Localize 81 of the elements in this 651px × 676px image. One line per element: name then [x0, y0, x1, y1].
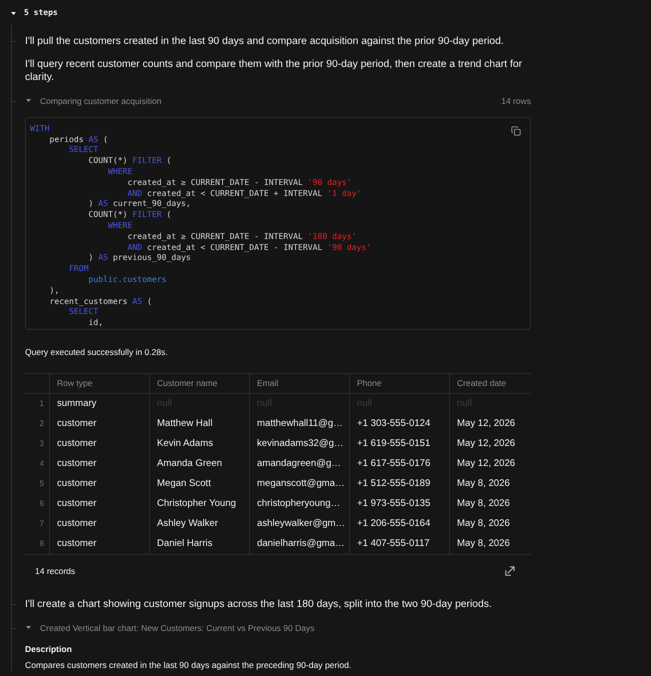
table-cell: meganscott@gma…: [257, 478, 345, 490]
row-number: 2: [38, 418, 45, 430]
table-cell: +1 407-555-0117: [357, 538, 430, 550]
table-cell: summary: [57, 398, 96, 410]
code-line: recent_customers AS (: [49, 296, 152, 306]
status-message: Query executed successfully in 0.28s.: [25, 346, 169, 358]
table-cell: Megan Scott: [157, 478, 211, 490]
code-line: periods AS (: [49, 134, 108, 144]
row-number: 7: [38, 518, 45, 530]
code-line: created_at ≥ CURRENT_DATE - INTERVAL '180 days': [127, 230, 356, 242]
code-line: ),: [49, 284, 60, 296]
table-cell: christopheryoung…: [257, 498, 340, 510]
table-cell: +1 617-555-0176: [357, 458, 430, 470]
message-text: I'll pull the customers created in the last 90 days and compare acquisition against the prior 90-day period.: [25, 35, 505, 49]
table-cell: Matthew Hall: [157, 418, 212, 430]
step-toggle[interactable]: Created Vertical bar chart: New Customers: Current vs Previous 90 Days: [25, 622, 314, 634]
code-line: FROM: [68, 263, 88, 274]
table-cell: May 8, 2026: [457, 498, 510, 510]
column-header: Email: [257, 378, 278, 388]
arrow-up-right-icon[interactable]: [505, 566, 515, 576]
table-cell: May 8, 2026: [457, 478, 510, 490]
table-cell: Ashley Walker: [157, 518, 218, 530]
table-cell: customer: [57, 458, 96, 470]
code-line: created_at ≥ CURRENT_DATE - INTERVAL '90 days': [127, 176, 352, 188]
description-label: Description: [25, 642, 73, 655]
table-cell: matthewhall11@g…: [257, 418, 343, 430]
table-cell: customer: [57, 438, 96, 450]
table-cell: Daniel Harris: [157, 538, 212, 550]
code-line: SELECT: [68, 144, 98, 156]
table-cell: customer: [57, 418, 96, 430]
copy-icon[interactable]: [511, 126, 521, 136]
code-line: id,: [88, 317, 104, 328]
table-cell: customer: [57, 518, 96, 530]
table-cell: ashleywalker@gm…: [257, 518, 346, 530]
code-line: COUNT(*) FILTER (: [88, 209, 172, 220]
column-header: Phone: [357, 378, 382, 388]
code-line: public.customers: [88, 274, 166, 285]
record-count: 14 records: [35, 566, 76, 576]
table-cell: customer: [57, 498, 96, 510]
code-line: AND created_at < CURRENT_DATE - INTERVAL '90 days': [127, 242, 372, 252]
code-line: ) AS previous_90_days: [88, 252, 191, 264]
row-number: 1: [38, 398, 45, 410]
row-number: 3: [38, 438, 45, 450]
step-toggle[interactable]: Comparing customer acquisition: [25, 94, 162, 107]
table-cell: May 12, 2026: [457, 438, 516, 450]
table-cell: customer: [57, 538, 96, 550]
row-number: 8: [38, 538, 45, 550]
table-cell: danielharris@gma…: [257, 538, 345, 550]
column-header: Row type: [57, 378, 92, 388]
table-cell: kevinadams32@g…: [257, 438, 344, 450]
code-line: WHERE: [108, 166, 132, 177]
table-cell: May 12, 2026: [457, 418, 516, 430]
code-line: WITH: [30, 122, 50, 134]
code-line: COUNT(*) FILTER (: [88, 155, 172, 166]
message-text: I'll create a chart showing customer signups across the last 180 days, split into the two 90-day periods.: [25, 598, 493, 612]
row-count: 14 rows: [501, 94, 531, 107]
row-number: 6: [38, 498, 45, 510]
table-cell: +1 973-555-0135: [357, 498, 430, 510]
table-cell: Amanda Green: [157, 458, 222, 470]
table-cell: +1 303-555-0124: [357, 418, 430, 430]
table-cell: customer: [57, 478, 96, 490]
table-cell: +1 512-555-0189: [357, 478, 430, 490]
table-cell: May 12, 2026: [457, 458, 516, 470]
table-cell: +1 206-555-0164: [357, 518, 430, 530]
code-line: AND created_at < CURRENT_DATE + INTERVAL '1 day': [127, 188, 362, 198]
table-cell: May 8, 2026: [457, 518, 510, 530]
steps-toggle[interactable]: 5 steps: [10, 7, 58, 19]
row-number: 4: [38, 458, 45, 470]
message-text: I'll query recent customer counts and compare them with the prior 90-day period, then create a trend chart for clarity.: [25, 58, 524, 85]
code-line: ) AS current_90_days,: [88, 198, 191, 210]
description-text: Compares customers created in the last 90 days against the preceding 90-day period.: [25, 658, 352, 671]
table-cell: Kevin Adams: [157, 438, 213, 450]
column-header: Customer name: [157, 378, 218, 388]
code-line: SELECT: [68, 306, 98, 318]
table-cell: Christopher Young: [157, 498, 236, 510]
code-line: WHERE: [108, 220, 132, 231]
table-cell: amandagreen@g…: [257, 458, 341, 470]
table-cell: May 8, 2026: [457, 538, 510, 550]
table-cell: +1 619-555-0151: [357, 438, 430, 450]
column-header: Created date: [457, 378, 506, 388]
row-number: 5: [38, 478, 45, 490]
